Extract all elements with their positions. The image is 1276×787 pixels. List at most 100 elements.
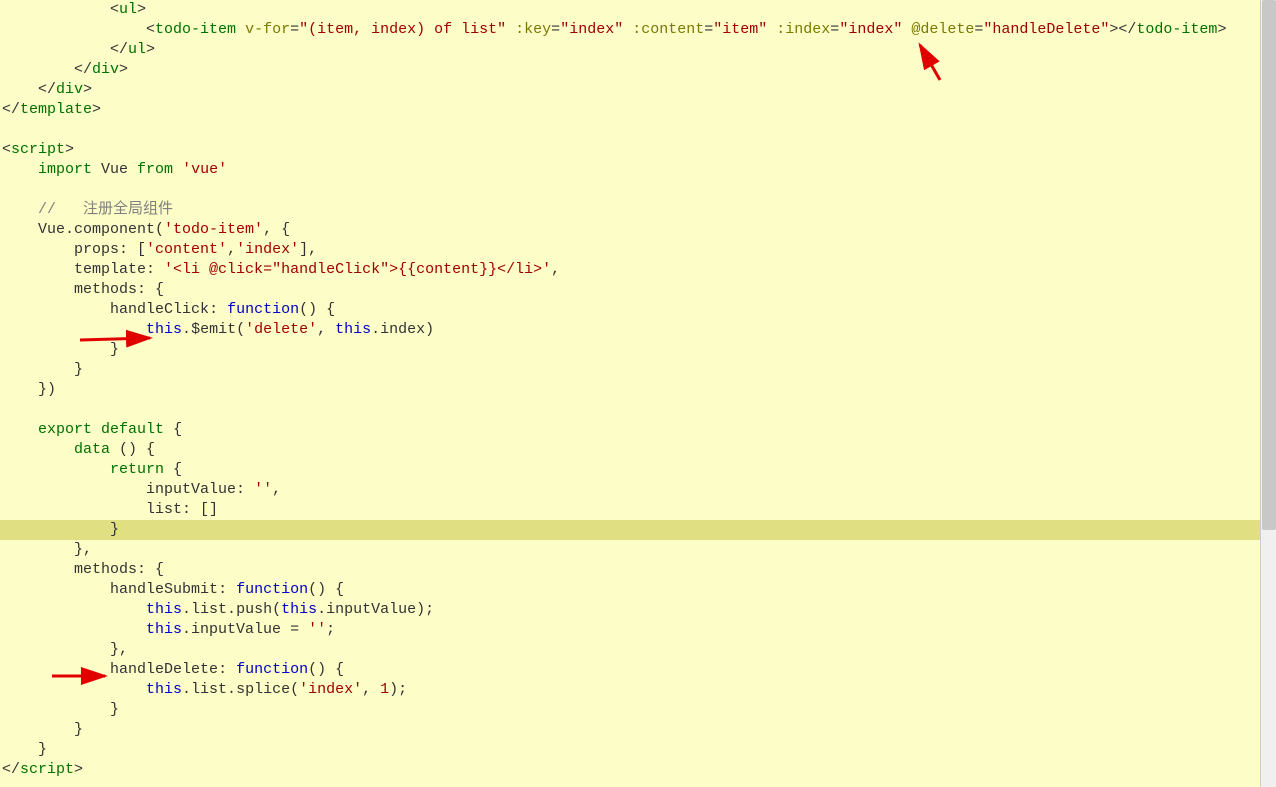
code-line[interactable]: return { [0, 460, 1260, 480]
code-token [92, 421, 101, 438]
code-line[interactable]: } [0, 360, 1260, 380]
code-line[interactable] [0, 120, 1260, 140]
code-token: 'index' [236, 241, 299, 258]
code-token: < [2, 21, 155, 38]
code-line[interactable]: // 注册全局组件 [0, 200, 1260, 220]
code-line[interactable]: methods: { [0, 560, 1260, 580]
code-line[interactable]: handleClick: function() { [0, 300, 1260, 320]
code-token: $emit [191, 321, 236, 338]
code-token: { [164, 461, 182, 478]
code-token: > [83, 81, 92, 98]
code-token [902, 21, 911, 38]
code-line[interactable]: </script> [0, 760, 1260, 780]
code-line[interactable]: <todo-item v-for="(item, index) of list"… [0, 20, 1260, 40]
code-token: () { [299, 301, 335, 318]
code-line[interactable]: } [0, 340, 1260, 360]
code-token [173, 161, 182, 178]
code-token: </ [2, 101, 20, 118]
code-token: () { [308, 581, 344, 598]
code-token: handleSubmit [110, 581, 218, 598]
code-line[interactable]: list: [] [0, 500, 1260, 520]
code-token [2, 621, 146, 638]
code-token: list [146, 501, 182, 518]
code-token: ], [299, 241, 317, 258]
code-token: this [146, 321, 182, 338]
code-token [2, 161, 38, 178]
code-token: .inputValue); [317, 601, 434, 618]
code-line[interactable]: inputValue: '', [0, 480, 1260, 500]
code-token: this [335, 321, 371, 338]
code-token [2, 581, 110, 598]
code-token: 'delete' [245, 321, 317, 338]
code-line[interactable]: this.$emit('delete', this.index) [0, 320, 1260, 340]
code-line[interactable]: import Vue from 'vue' [0, 160, 1260, 180]
code-token: } [2, 361, 83, 378]
code-token: splice [236, 681, 290, 698]
code-line[interactable]: </ul> [0, 40, 1260, 60]
code-line[interactable]: Vue.component('todo-item', { [0, 220, 1260, 240]
code-token: </ [2, 761, 20, 778]
scrollbar-thumb[interactable] [1262, 0, 1276, 530]
code-token: handleClick [110, 301, 209, 318]
code-line[interactable]: } [0, 520, 1260, 540]
code-token: . [182, 321, 191, 338]
code-token [2, 501, 146, 518]
code-token: "(item, index) of list" [299, 21, 506, 38]
code-line[interactable]: } [0, 720, 1260, 740]
code-line[interactable]: data () { [0, 440, 1260, 460]
code-token: this [146, 681, 182, 698]
code-editor-viewport[interactable]: <ul> <todo-item v-for="(item, index) of … [0, 0, 1260, 787]
code-line[interactable]: handleSubmit: function() { [0, 580, 1260, 600]
code-token: .list. [182, 681, 236, 698]
code-line[interactable]: handleDelete: function() { [0, 660, 1260, 680]
code-line[interactable]: this.list.push(this.inputValue); [0, 600, 1260, 620]
code-token [2, 661, 110, 678]
code-token: export [38, 421, 92, 438]
code-token: .inputValue = [182, 621, 308, 638]
code-token: () { [308, 661, 344, 678]
code-token: }) [2, 381, 56, 398]
code-token: handleDelete [110, 661, 218, 678]
code-token: component [74, 221, 155, 238]
code-token: "index" [839, 21, 902, 38]
code-line[interactable]: }, [0, 540, 1260, 560]
code-token: Vue [92, 161, 137, 178]
code-line[interactable]: <script> [0, 140, 1260, 160]
code-token: function [227, 301, 299, 318]
code-line[interactable]: methods: { [0, 280, 1260, 300]
code-line[interactable]: this.inputValue = ''; [0, 620, 1260, 640]
code-token: methods [74, 561, 137, 578]
code-line[interactable]: template: '<li @click="handleClick">{{co… [0, 260, 1260, 280]
code-line[interactable]: export default { [0, 420, 1260, 440]
code-token: = [290, 21, 299, 38]
code-token: '' [254, 481, 272, 498]
code-line[interactable]: </template> [0, 100, 1260, 120]
code-token [2, 561, 74, 578]
code-token: "item" [713, 21, 767, 38]
code-line[interactable]: }) [0, 380, 1260, 400]
code-line[interactable]: </div> [0, 60, 1260, 80]
code-line[interactable]: } [0, 700, 1260, 720]
code-token [2, 481, 146, 498]
code-line[interactable]: </div> [0, 80, 1260, 100]
code-token: push [236, 601, 272, 618]
code-line[interactable] [0, 400, 1260, 420]
code-token: this [281, 601, 317, 618]
code-token: :content [632, 21, 704, 38]
code-token [767, 21, 776, 38]
code-token: , [317, 321, 335, 338]
code-line[interactable]: this.list.splice('index', 1); [0, 680, 1260, 700]
code-line[interactable] [0, 180, 1260, 200]
code-line[interactable]: props: ['content','index'], [0, 240, 1260, 260]
code-token: return [110, 461, 164, 478]
code-line[interactable]: <ul> [0, 0, 1260, 20]
code-token: , [551, 261, 560, 278]
code-token: Vue. [2, 221, 74, 238]
code-line[interactable]: }, [0, 640, 1260, 660]
code-token: methods [74, 281, 137, 298]
code-line[interactable]: } [0, 740, 1260, 760]
code-token: > [137, 1, 146, 18]
code-token: : { [137, 281, 164, 298]
vertical-scrollbar[interactable] [1260, 0, 1276, 787]
code-token: > [1217, 21, 1226, 38]
